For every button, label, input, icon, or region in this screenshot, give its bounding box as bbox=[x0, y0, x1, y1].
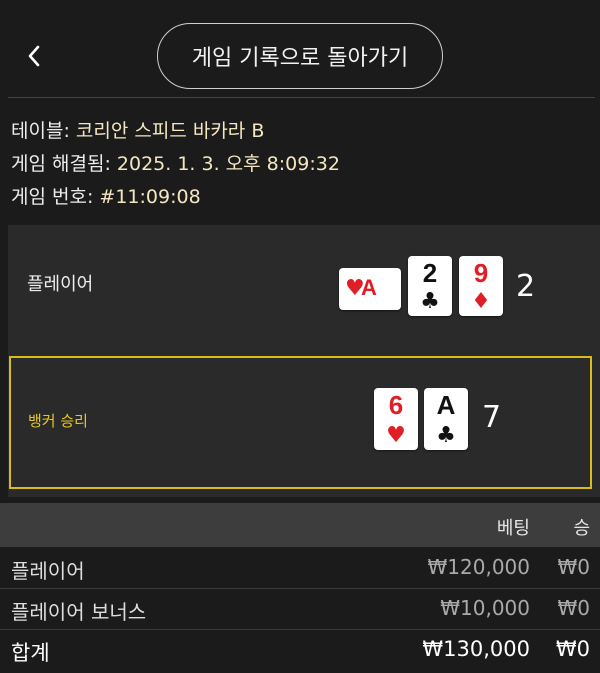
card-rank: 2 bbox=[422, 258, 438, 288]
row-bet: ₩120,000 bbox=[427, 555, 530, 579]
info-game-number: 게임 번호: #11:09:08 bbox=[11, 182, 201, 209]
total-label: 합계 bbox=[11, 641, 50, 665]
player-card-3: 9 ♦ bbox=[459, 256, 503, 316]
bets-table-header: 베팅 승 bbox=[0, 503, 600, 547]
player-card-1: ♥ A bbox=[339, 268, 401, 310]
header: 게임 기록으로 돌아가기 bbox=[0, 0, 600, 96]
info-game-number-value: #11:09:08 bbox=[99, 186, 201, 208]
banker-win-label: 뱅커 승리 bbox=[28, 412, 88, 430]
header-bet: 베팅 bbox=[496, 518, 530, 539]
card-suit: ♣ bbox=[420, 289, 440, 314]
card-suit: ♥ bbox=[386, 423, 406, 448]
info-table: 테이블: 코리안 스피드 바카라 B bbox=[11, 116, 264, 143]
card-suit: ♦ bbox=[471, 289, 491, 314]
info-resolved-value: 2025. 1. 3. 오후 8:09:32 bbox=[116, 153, 340, 175]
card-suit: ♣ bbox=[436, 423, 456, 448]
cards-area: 플레이어 ♥ A 2 ♣ 9 ♦ 2 뱅커 승리 6 ♥ A ♣ 7 bbox=[8, 225, 600, 497]
banker-card-2: A ♣ bbox=[424, 388, 468, 450]
card-rank: 6 bbox=[388, 390, 404, 420]
info-table-label: 테이블: bbox=[11, 120, 70, 142]
table-row: 플레이어 ₩120,000 ₩0 bbox=[0, 548, 600, 589]
player-card-2: 2 ♣ bbox=[408, 256, 452, 316]
card-rank: A bbox=[436, 390, 456, 420]
player-label: 플레이어 bbox=[27, 274, 94, 295]
total-win: ₩0 bbox=[555, 637, 590, 661]
info-resolved: 게임 해결됨: 2025. 1. 3. 오후 8:09:32 bbox=[11, 149, 340, 176]
row-bet: ₩10,000 bbox=[440, 596, 530, 620]
banker-total: 7 bbox=[482, 400, 502, 435]
banker-row: 뱅커 승리 6 ♥ A ♣ 7 bbox=[9, 356, 592, 489]
row-label: 플레이어 bbox=[11, 559, 85, 583]
player-total: 2 bbox=[516, 269, 536, 304]
total-bet: ₩130,000 bbox=[422, 637, 530, 661]
card-rank: 9 bbox=[473, 258, 489, 288]
table-row: 플레이어 보너스 ₩10,000 ₩0 bbox=[0, 589, 600, 630]
info-table-value: 코리안 스피드 바카라 B bbox=[75, 120, 265, 142]
row-win: ₩0 bbox=[557, 555, 591, 579]
row-label: 플레이어 보너스 bbox=[11, 600, 147, 624]
banker-card-1: 6 ♥ bbox=[374, 388, 418, 450]
table-total-row: 합계 ₩130,000 ₩0 bbox=[0, 630, 600, 670]
card-rank: A bbox=[361, 275, 377, 300]
divider bbox=[8, 97, 595, 98]
info-resolved-label: 게임 해결됨: bbox=[11, 153, 111, 175]
back-to-history-button[interactable]: 게임 기록으로 돌아가기 bbox=[157, 23, 443, 89]
row-win: ₩0 bbox=[557, 596, 591, 620]
header-win: 승 bbox=[573, 518, 590, 539]
info-game-number-label: 게임 번호: bbox=[11, 186, 94, 208]
back-button[interactable] bbox=[20, 38, 48, 74]
chevron-left-icon[interactable] bbox=[26, 44, 42, 68]
